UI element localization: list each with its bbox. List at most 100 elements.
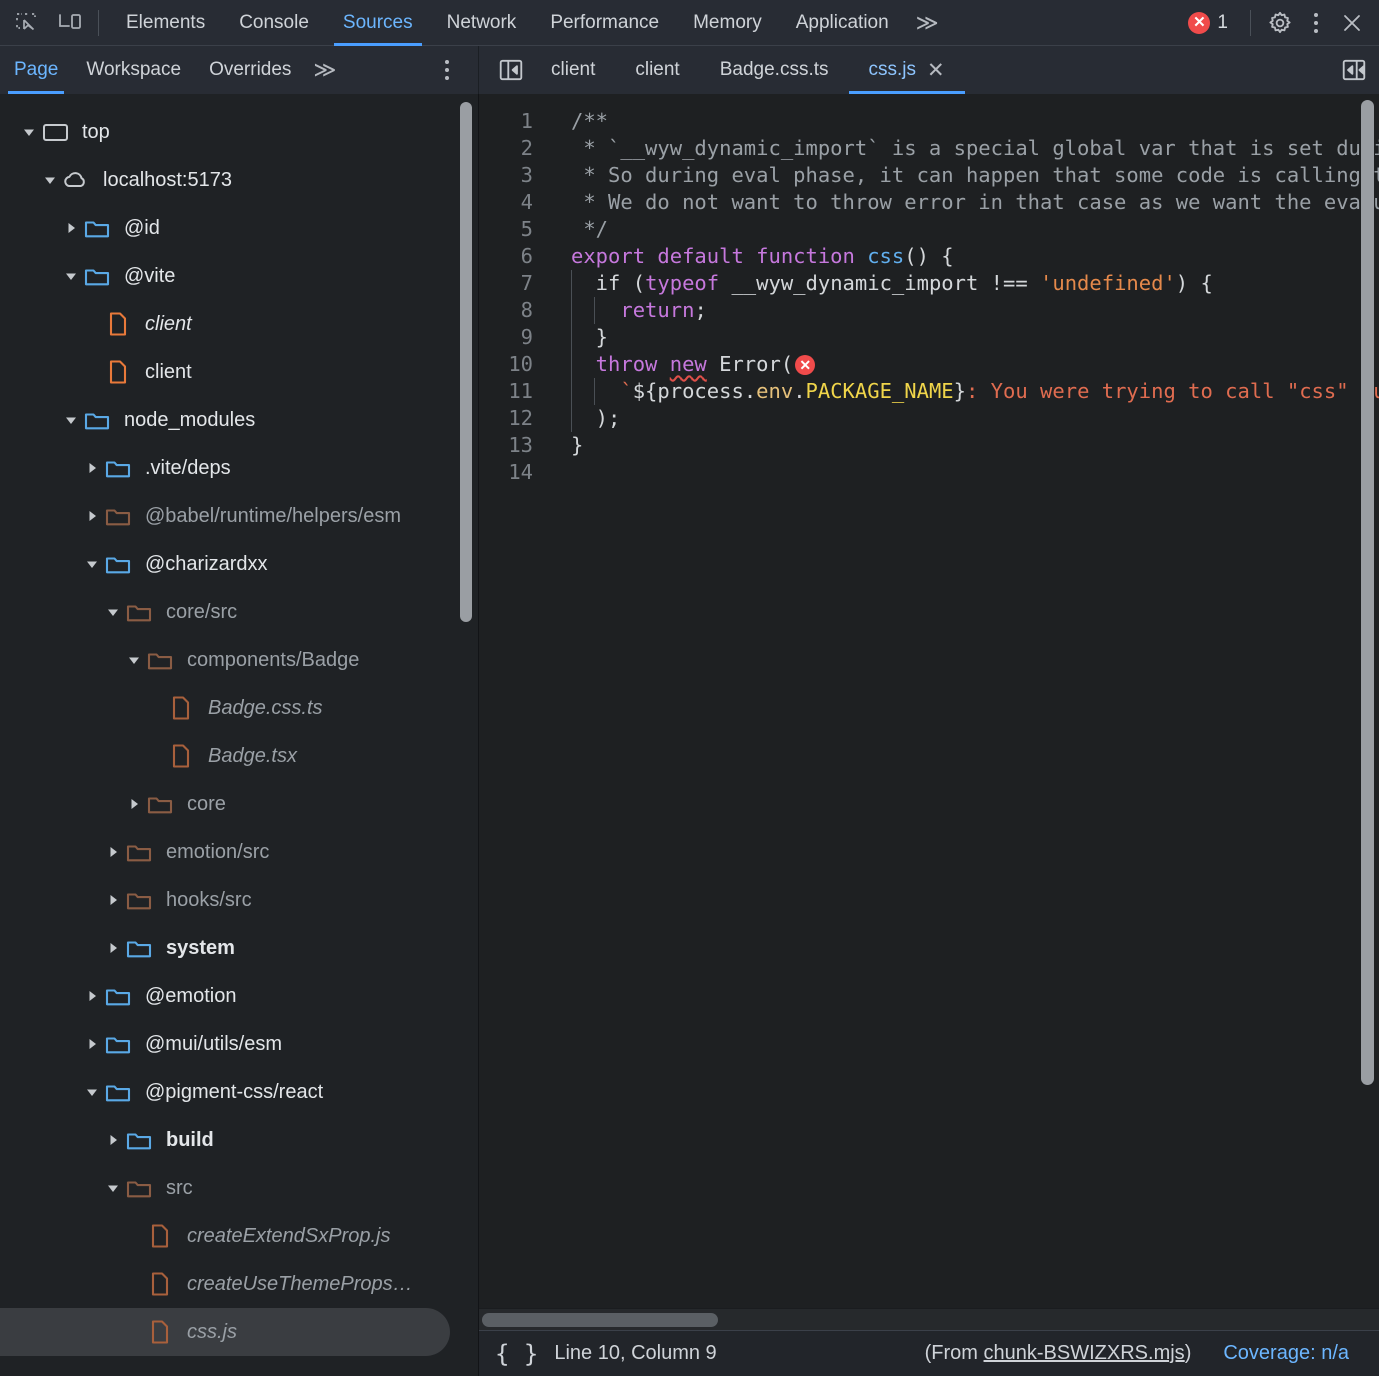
show-debugger-icon[interactable] bbox=[1341, 57, 1367, 83]
file-tree-item[interactable]: createExtendSxProp.js bbox=[0, 1212, 478, 1260]
code-line-text[interactable]: } bbox=[555, 324, 608, 351]
line-number[interactable]: 12 bbox=[479, 405, 555, 432]
code-line-text[interactable]: export default function css() { bbox=[555, 243, 954, 270]
tab-sources[interactable]: Sources bbox=[326, 0, 430, 46]
chevron-right-icon[interactable] bbox=[123, 793, 145, 815]
code-line-text[interactable]: throw new Error(✕ bbox=[555, 351, 817, 378]
editor-vertical-scrollbar-thumb[interactable] bbox=[1361, 100, 1374, 1085]
chevron-right-icon[interactable] bbox=[81, 985, 103, 1007]
chevron-down-icon[interactable] bbox=[18, 121, 40, 143]
code-line-text[interactable]: * `__wyw_dynamic_import` is a special gl… bbox=[555, 135, 1379, 162]
code-line-text[interactable]: return; bbox=[555, 297, 707, 324]
navigator-file-tree-panel[interactable]: top localhost:5173 @id @vite client client nod… bbox=[0, 94, 479, 1376]
file-tree-item[interactable]: src bbox=[0, 1164, 478, 1212]
line-number[interactable]: 10 bbox=[479, 351, 555, 378]
line-number[interactable]: 14 bbox=[479, 459, 555, 486]
chevron-right-icon[interactable] bbox=[81, 457, 103, 479]
file-tree-item[interactable]: @mui/utils/esm bbox=[0, 1020, 478, 1068]
close-icon[interactable]: ✕ bbox=[927, 60, 945, 81]
line-number[interactable]: 4 bbox=[479, 189, 555, 216]
chevron-down-icon[interactable] bbox=[39, 169, 61, 191]
file-tree-item[interactable]: build bbox=[0, 1116, 478, 1164]
code-line-text[interactable]: `${process.env.PACKAGE_NAME}: You were t… bbox=[555, 378, 1379, 405]
file-tree-item[interactable]: @pigment-css/react bbox=[0, 1068, 478, 1116]
subtab-page[interactable]: Page bbox=[0, 46, 72, 94]
file-tree-item[interactable]: @vite bbox=[0, 252, 478, 300]
coverage-label[interactable]: Coverage: n/a bbox=[1223, 1342, 1349, 1365]
code-line-text[interactable]: if (typeof __wyw_dynamic_import !== 'und… bbox=[555, 270, 1213, 297]
line-number[interactable]: 5 bbox=[479, 216, 555, 243]
line-number[interactable]: 11 bbox=[479, 378, 555, 405]
device-toolbar-icon[interactable] bbox=[52, 8, 88, 38]
file-tree-item[interactable]: core bbox=[0, 780, 478, 828]
line-number[interactable]: 6 bbox=[479, 243, 555, 270]
editor-tab-badge-css-ts[interactable]: Badge.css.ts bbox=[700, 46, 849, 94]
inspect-element-icon[interactable] bbox=[8, 8, 44, 38]
chevron-down-icon[interactable] bbox=[60, 265, 82, 287]
chevron-right-icon[interactable] bbox=[60, 217, 82, 239]
line-number[interactable]: 2 bbox=[479, 135, 555, 162]
editor-tab-client-1[interactable]: client bbox=[531, 46, 615, 94]
chevron-down-icon[interactable] bbox=[81, 1081, 103, 1103]
line-number[interactable]: 3 bbox=[479, 162, 555, 189]
show-navigator-icon[interactable] bbox=[491, 57, 531, 83]
source-origin-link[interactable]: chunk-BSWIZXRS.mjs bbox=[984, 1342, 1185, 1364]
chevron-right-icon[interactable] bbox=[81, 505, 103, 527]
file-tree-item[interactable]: system bbox=[0, 924, 478, 972]
chevron-right-icon[interactable] bbox=[102, 889, 124, 911]
file-tree-item[interactable]: Badge.css.ts bbox=[0, 684, 478, 732]
navigator-kebab-menu-icon[interactable] bbox=[430, 53, 464, 87]
chevron-right-icon[interactable] bbox=[102, 937, 124, 959]
kebab-menu-icon[interactable] bbox=[1299, 6, 1333, 40]
chevron-down-icon[interactable] bbox=[102, 1177, 124, 1199]
file-tree-item[interactable]: core/src bbox=[0, 588, 478, 636]
file-tree-item[interactable]: Badge.tsx bbox=[0, 732, 478, 780]
file-tree-item[interactable]: @id bbox=[0, 204, 478, 252]
line-number[interactable]: 13 bbox=[479, 432, 555, 459]
chevron-down-icon[interactable] bbox=[81, 553, 103, 575]
file-tree-item[interactable]: localhost:5173 bbox=[0, 156, 478, 204]
chevron-right-icon[interactable] bbox=[102, 1129, 124, 1151]
code-line-text[interactable]: */ bbox=[555, 216, 608, 243]
close-icon[interactable] bbox=[1335, 6, 1369, 40]
line-number[interactable]: 7 bbox=[479, 270, 555, 297]
file-tree-item[interactable]: client bbox=[0, 348, 478, 396]
error-count-badge[interactable]: ✕ 1 bbox=[1178, 11, 1238, 34]
file-tree-item[interactable]: @babel/runtime/helpers/esm bbox=[0, 492, 478, 540]
file-tree-item[interactable]: components/Badge bbox=[0, 636, 478, 684]
file-tree-item[interactable]: @charizardxx bbox=[0, 540, 478, 588]
tab-performance[interactable]: Performance bbox=[533, 0, 676, 46]
gear-icon[interactable] bbox=[1263, 6, 1297, 40]
more-subtabs-chevron-icon[interactable]: ≫ bbox=[305, 46, 344, 94]
chevron-right-icon[interactable] bbox=[102, 841, 124, 863]
tab-application[interactable]: Application bbox=[779, 0, 906, 46]
file-tree-item[interactable]: top bbox=[0, 108, 478, 156]
editor-tab-client-2[interactable]: client bbox=[615, 46, 699, 94]
editor-tab-css-js[interactable]: css.js ✕ bbox=[848, 46, 965, 94]
subtab-workspace[interactable]: Workspace bbox=[72, 46, 195, 94]
file-tree-item-selected[interactable]: css.js bbox=[0, 1308, 450, 1356]
inline-error-badge-icon[interactable]: ✕ bbox=[795, 355, 816, 375]
code-viewport[interactable]: 1/** 2 * `__wyw_dynamic_import` is a spec… bbox=[479, 94, 1379, 1308]
code-line-text[interactable]: /** bbox=[555, 108, 608, 135]
chevron-down-icon[interactable] bbox=[123, 649, 145, 671]
file-tree-item[interactable]: node_modules bbox=[0, 396, 478, 444]
file-tree-item[interactable]: createUseThemeProps… bbox=[0, 1260, 478, 1308]
navigator-scrollbar-thumb[interactable] bbox=[460, 102, 472, 622]
file-tree-item[interactable]: @emotion bbox=[0, 972, 478, 1020]
editor-horizontal-scrollbar-thumb[interactable] bbox=[482, 1313, 718, 1327]
code-line-text[interactable]: * We do not want to throw error in that … bbox=[555, 189, 1379, 216]
code-line-text[interactable]: * So during eval phase, it can happen th… bbox=[555, 162, 1379, 189]
line-number[interactable]: 9 bbox=[479, 324, 555, 351]
tab-network[interactable]: Network bbox=[430, 0, 534, 46]
pretty-print-icon[interactable]: { } bbox=[495, 1340, 538, 1368]
code-line-text[interactable]: ); bbox=[555, 405, 620, 432]
file-tree-item[interactable]: emotion/src bbox=[0, 828, 478, 876]
tab-elements[interactable]: Elements bbox=[109, 0, 222, 46]
code-line-text[interactable]: } bbox=[555, 432, 583, 459]
chevron-down-icon[interactable] bbox=[60, 409, 82, 431]
line-number[interactable]: 8 bbox=[479, 297, 555, 324]
subtab-overrides[interactable]: Overrides bbox=[195, 46, 305, 94]
file-tree-item[interactable]: client bbox=[0, 300, 478, 348]
tab-memory[interactable]: Memory bbox=[676, 0, 779, 46]
